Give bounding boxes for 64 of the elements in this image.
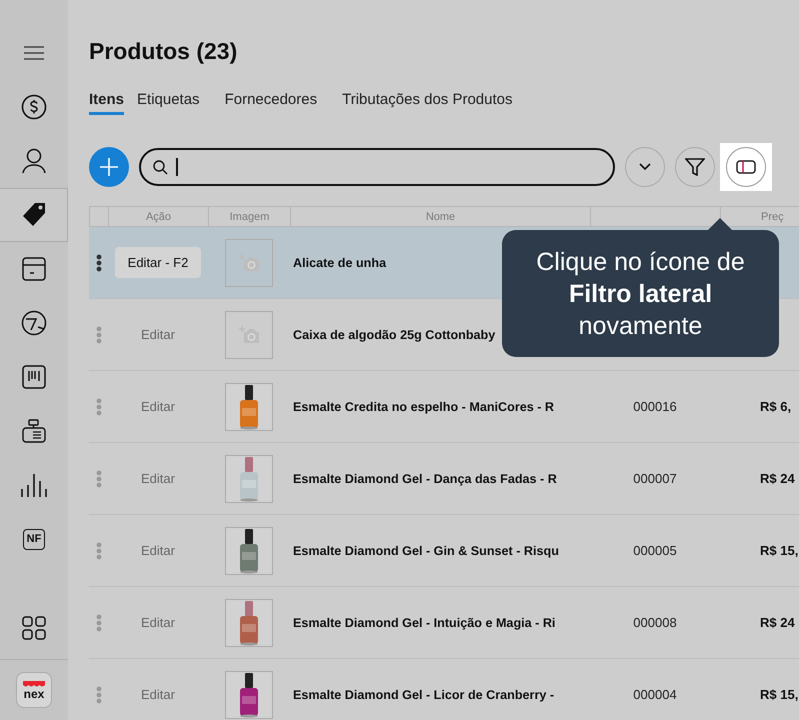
sidebar-item[interactable]	[0, 188, 68, 242]
barcode-icon	[22, 365, 46, 389]
product-name: Alicate de unha	[292, 256, 386, 270]
side-panel-button[interactable]	[726, 147, 766, 187]
product-name: Esmalte Diamond Gel - Licor de Cranberry -	[292, 688, 554, 702]
dollar-icon	[21, 94, 47, 120]
product-code: 000008	[633, 615, 677, 630]
column-header: Nome	[426, 210, 456, 222]
product-code: 000005	[633, 543, 677, 558]
grid-icon	[22, 616, 46, 640]
tag-icon	[20, 202, 46, 228]
table-row[interactable]: Editar Esmalte Credita no espelho - ManiCores - R 000016 R$ 6,	[89, 371, 799, 443]
plus-icon	[99, 157, 119, 177]
product-price: R$ 6,	[760, 399, 792, 414]
product-price: R$ 15,	[760, 687, 798, 702]
filter-button[interactable]	[675, 147, 715, 187]
box-icon	[22, 257, 46, 281]
search-icon	[153, 160, 168, 174]
product-price: R$ 15,	[760, 543, 798, 558]
product-name: Caixa de algodão 25g Cottonbaby	[292, 328, 496, 342]
camera-icon	[238, 326, 260, 344]
tab[interactable]: Fornecedores	[224, 91, 318, 115]
edit-button[interactable]: Editar	[141, 327, 175, 342]
chevron-down-icon	[639, 163, 651, 171]
bar-chart-icon	[21, 473, 47, 497]
pie-icon	[21, 310, 47, 336]
product-code: 000004	[633, 687, 677, 702]
edit-button[interactable]: Editar	[141, 399, 175, 414]
kebab-icon[interactable]	[96, 254, 102, 272]
camera-icon	[238, 254, 260, 272]
product-code: 000016	[633, 399, 677, 414]
edit-button[interactable]: Editar	[141, 615, 175, 630]
column-header: Ação	[146, 210, 172, 222]
column-header: Imagem	[230, 210, 270, 222]
edit-button[interactable]: Editar	[141, 687, 175, 702]
tab[interactable]: Etiquetas	[137, 91, 200, 115]
product-price: R$ 24	[760, 615, 795, 630]
page-title: Produtos (23)	[89, 37, 238, 66]
product-name: Esmalte Credita no espelho - ManiCores - R	[292, 400, 554, 414]
product-name: Esmalte Diamond Gel - Dança das Fadas - R	[292, 472, 557, 486]
user-icon	[22, 148, 46, 174]
side-panel-icon	[736, 160, 756, 174]
filter-icon	[685, 158, 705, 176]
product-price: R$ 24	[760, 471, 795, 486]
table-row[interactable]: Editar Esmalte Diamond Gel - Gin & Sunset - Risqu 000005 R$ 15,	[89, 515, 799, 587]
edit-button[interactable]: Editar	[141, 543, 175, 558]
cash-register-icon	[22, 419, 46, 443]
app-logo[interactable]: nex	[16, 672, 52, 708]
add-button[interactable]	[89, 147, 129, 187]
product-name: Esmalte Diamond Gel - Gin & Sunset - Risqu	[292, 544, 559, 558]
search-field[interactable]	[139, 148, 615, 186]
column-header: Preç	[761, 210, 784, 222]
table-row[interactable]: Editar Esmalte Diamond Gel - Licor de Cranberry - 000004 R$ 15,	[89, 659, 799, 720]
nf-icon: NF	[22, 528, 46, 550]
edit-button[interactable]: Editar - F2	[114, 247, 202, 278]
tab[interactable]: Tributações dos Produtos	[342, 91, 512, 115]
menu-icon	[23, 45, 45, 61]
edit-button[interactable]: Editar	[141, 471, 175, 486]
tab[interactable]: Itens	[89, 91, 124, 115]
product-code: 000007	[633, 471, 677, 486]
table-row[interactable]: Editar Esmalte Diamond Gel - Intuição e Magia - Ri 000008 R$ 24	[89, 587, 799, 659]
product-name: Esmalte Diamond Gel - Intuição e Magia - Ri	[292, 616, 556, 630]
sidebar-item[interactable]: NF	[0, 512, 68, 566]
table-row[interactable]: Editar Esmalte Diamond Gel - Dança das Fadas - R 000007 R$ 24	[89, 443, 799, 515]
